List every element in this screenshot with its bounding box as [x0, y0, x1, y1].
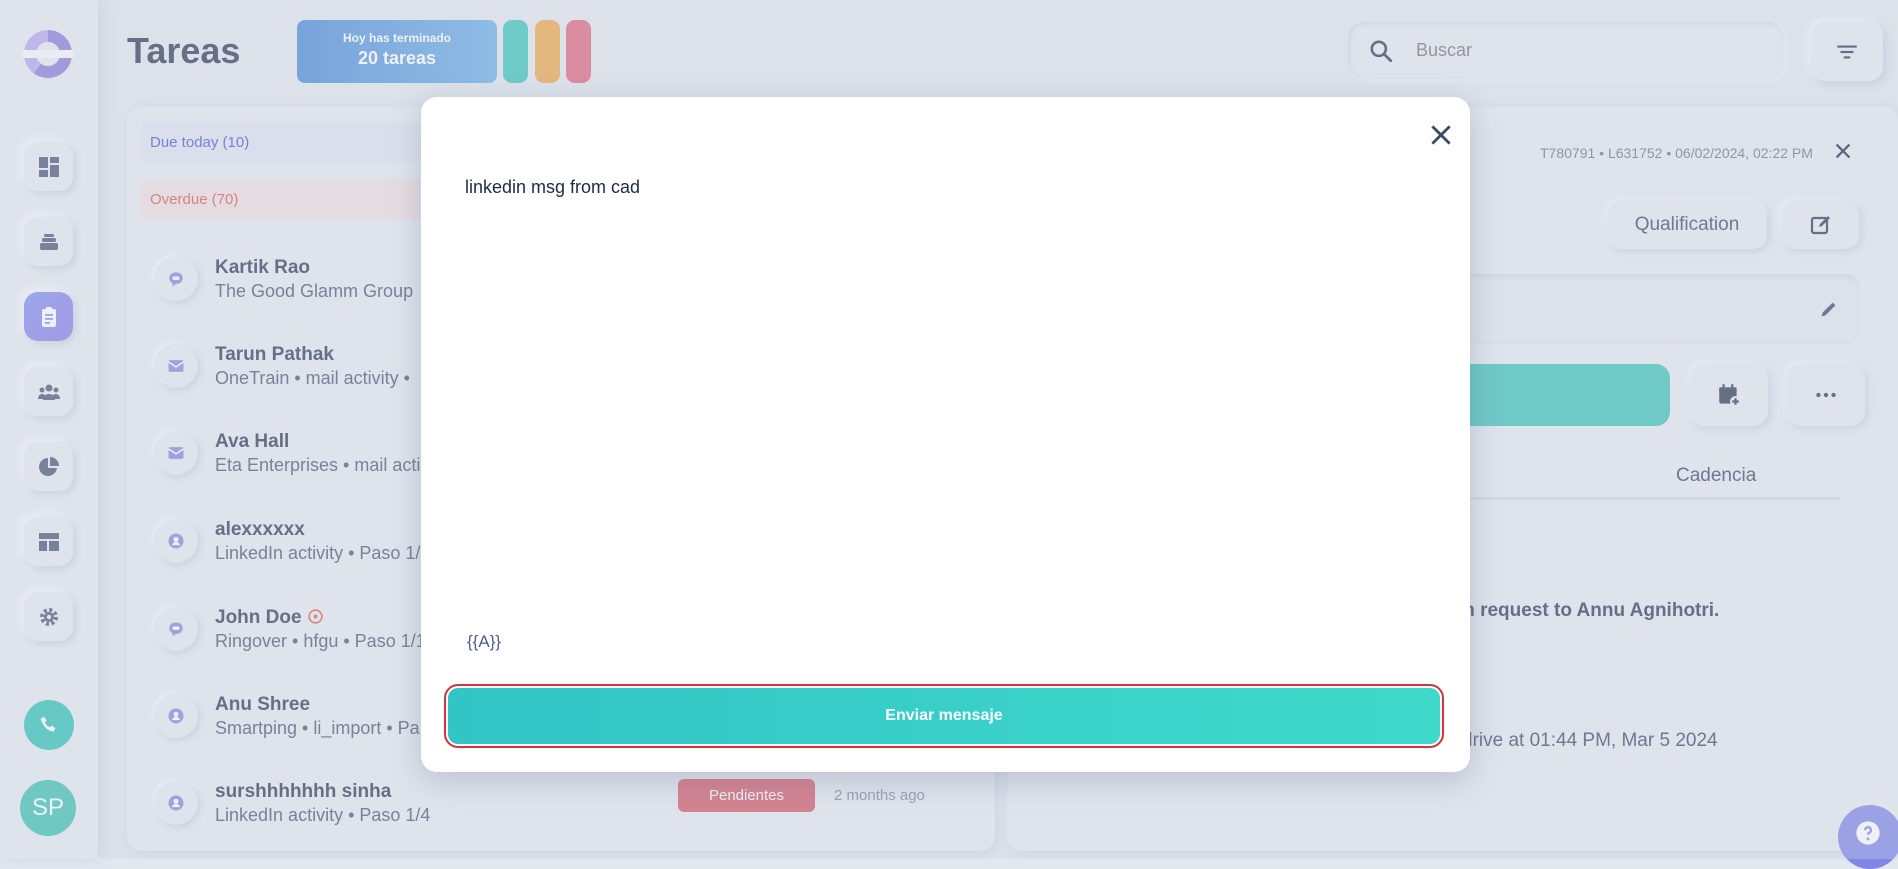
template-variable[interactable]: {{A}} — [467, 632, 501, 652]
close-modal-button[interactable] — [1425, 119, 1457, 151]
message-body[interactable]: linkedin msg from cad — [465, 177, 640, 198]
close-icon — [1431, 125, 1451, 145]
send-message-modal: linkedin msg from cad {{A}} Enviar mensa… — [421, 97, 1470, 772]
send-message-button[interactable]: Enviar mensaje — [444, 684, 1444, 748]
